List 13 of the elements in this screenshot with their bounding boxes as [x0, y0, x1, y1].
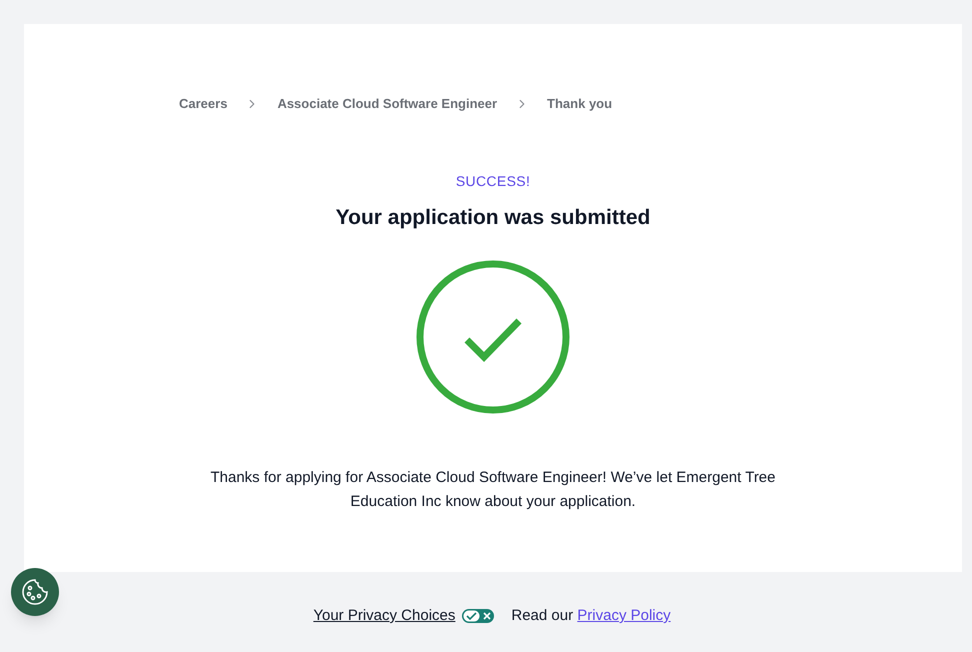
cookie-icon: [21, 578, 49, 606]
privacy-policy-link[interactable]: Privacy Policy: [577, 607, 671, 624]
breadcrumb-link[interactable]: Thank you: [547, 94, 612, 114]
privacy-choices-link[interactable]: Your Privacy Choices: [313, 605, 456, 628]
breadcrumb-link[interactable]: Careers: [179, 94, 228, 114]
breadcrumb-link[interactable]: Associate Cloud Software Engineer: [277, 94, 498, 114]
privacy-toggle-icon: [461, 608, 496, 624]
checkmark-circle-icon: [416, 260, 570, 414]
status-label: SUCCESS!: [456, 172, 530, 190]
cookie-settings-button[interactable]: [11, 568, 59, 616]
policy-prefix: Read our: [511, 607, 574, 624]
confirmation-message: Thanks for applying for Associate Cloud Software Engineer! We’ve let Emergent Tree Education Inc know about your application.: [209, 468, 776, 512]
page-title: Your application was submitted: [336, 204, 650, 230]
